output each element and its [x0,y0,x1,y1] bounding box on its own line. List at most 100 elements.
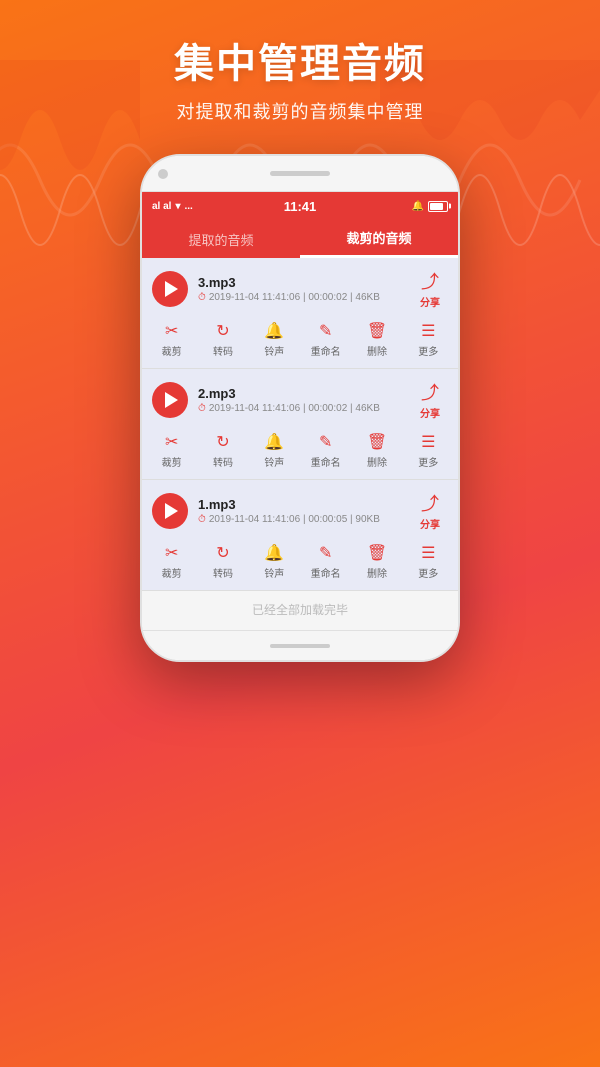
transcode-icon-2: ↻ [216,432,229,452]
audio-actions-1: ✂ 裁剪 ↻ 转码 🔔 铃声 ✎ 重命名 [142,315,458,368]
audio-card-1: 3.mp3 ⏱ 2019-11-04 11:41:06 | 00:00:02 |… [142,258,458,369]
delete-btn-2[interactable]: 🗑 删除 [357,432,397,469]
rename-label-1: 重命名 [311,343,341,358]
more-label-2: 更多 [418,454,438,469]
notification-icon: 🔔 [412,201,424,212]
tab-extracted-audio[interactable]: 提取的音频 [142,220,300,258]
status-dots: ... [185,201,193,212]
audio-card-3-top: 1.mp3 ⏱ 2019-11-04 11:41:06 | 00:00:05 |… [142,480,458,537]
audio-card-2-top: 2.mp3 ⏱ 2019-11-04 11:41:06 | 00:00:02 |… [142,369,458,426]
audio-meta-2: ⏱ 2019-11-04 11:41:06 | 00:00:02 | 46KB [198,403,402,414]
share-icon-1: ⤴ [421,268,439,294]
delete-label-2: 删除 [367,454,387,469]
tab-cropped-label: 裁剪的音频 [346,228,411,247]
app-content: 3.mp3 ⏱ 2019-11-04 11:41:06 | 00:00:02 |… [142,258,458,630]
app-tab-bar: 提取的音频 裁剪的音频 [142,220,458,258]
audio-actions-3: ✂ 裁剪 ↻ 转码 🔔 铃声 ✎ 重命名 [142,537,458,590]
rename-icon-3: ✎ [319,543,332,563]
play-button-1[interactable] [152,271,188,307]
phone-mockup: аl аl ▾ ... 11:41 🔔 提取的音频 裁剪的音频 [140,154,460,662]
delete-icon-2: 🗑 [367,432,387,452]
share-icon-3: ⤴ [421,490,439,516]
audio-meta-text-2: 2019-11-04 11:41:06 | 00:00:02 | 46KB [209,403,380,414]
share-button-2[interactable]: ⤴ 分享 [412,379,448,420]
battery-icon [428,201,448,212]
share-button-3[interactable]: ⤴ 分享 [412,490,448,531]
audio-card-2: 2.mp3 ⏱ 2019-11-04 11:41:06 | 00:00:02 |… [142,369,458,480]
more-btn-3[interactable]: ☰ 更多 [408,543,448,580]
share-label-2: 分享 [420,405,440,420]
transcode-label-1: 转码 [213,343,233,358]
delete-icon-1: 🗑 [367,321,387,341]
phone-camera [158,169,168,179]
share-button-1[interactable]: ⤴ 分享 [412,268,448,309]
delete-btn-1[interactable]: 🗑 删除 [357,321,397,358]
transcode-btn-3[interactable]: ↻ 转码 [203,543,243,580]
transcode-btn-2[interactable]: ↻ 转码 [203,432,243,469]
crop-btn-2[interactable]: ✂ 裁剪 [152,432,192,469]
more-label-3: 更多 [418,565,438,580]
crop-label-3: 裁剪 [162,565,182,580]
play-button-3[interactable] [152,493,188,529]
rename-icon-2: ✎ [319,432,332,452]
crop-icon-2: ✂ [165,432,178,452]
ringtone-btn-3[interactable]: 🔔 铃声 [254,543,294,580]
status-right: 🔔 [412,201,448,212]
audio-meta-1: ⏱ 2019-11-04 11:41:06 | 00:00:02 | 46KB [198,292,402,303]
transcode-label-2: 转码 [213,454,233,469]
share-label-3: 分享 [420,516,440,531]
ringtone-label-3: 铃声 [264,565,284,580]
audio-actions-2: ✂ 裁剪 ↻ 转码 🔔 铃声 ✎ 重命名 [142,426,458,479]
audio-info-2: 2.mp3 ⏱ 2019-11-04 11:41:06 | 00:00:02 |… [198,386,402,414]
audio-meta-text-3: 2019-11-04 11:41:06 | 00:00:05 | 90KB [209,514,380,525]
rename-btn-1[interactable]: ✎ 重命名 [306,321,346,358]
audio-meta-3: ⏱ 2019-11-04 11:41:06 | 00:00:05 | 90KB [198,514,402,525]
audio-meta-text-1: 2019-11-04 11:41:06 | 00:00:02 | 46KB [209,292,380,303]
delete-label-1: 删除 [367,343,387,358]
transcode-btn-1[interactable]: ↻ 转码 [203,321,243,358]
delete-icon-3: 🗑 [367,543,387,563]
ringtone-icon-2: 🔔 [264,432,284,452]
phone-top-bar [142,156,458,192]
audio-filename-2: 2.mp3 [198,386,402,401]
ringtone-label-2: 铃声 [264,454,284,469]
loaded-text: 已经全部加载完毕 [142,591,458,630]
crop-label-2: 裁剪 [162,454,182,469]
battery-fill [430,203,443,210]
clock-icon-1: ⏱ [198,292,206,303]
ringtone-label-1: 铃声 [264,343,284,358]
clock-icon-3: ⏱ [198,514,206,525]
transcode-icon-1: ↻ [216,321,229,341]
audio-filename-1: 3.mp3 [198,275,402,290]
sub-title: 对提取和裁剪的音频集中管理 [174,98,426,124]
rename-label-3: 重命名 [311,565,341,580]
rename-btn-2[interactable]: ✎ 重命名 [306,432,346,469]
ringtone-icon-1: 🔔 [264,321,284,341]
phone-speaker [270,171,330,176]
play-button-2[interactable] [152,382,188,418]
rename-icon-1: ✎ [319,321,332,341]
transcode-icon-3: ↻ [216,543,229,563]
audio-info-3: 1.mp3 ⏱ 2019-11-04 11:41:06 | 00:00:05 |… [198,497,402,525]
main-title: 集中管理音频 [174,40,426,88]
phone-bottom-bar [142,630,458,660]
tab-cropped-audio[interactable]: 裁剪的音频 [300,220,458,258]
share-icon-2: ⤴ [421,379,439,405]
crop-btn-3[interactable]: ✂ 裁剪 [152,543,192,580]
delete-btn-3[interactable]: 🗑 删除 [357,543,397,580]
header-section: 集中管理音频 对提取和裁剪的音频集中管理 [174,0,426,144]
more-btn-1[interactable]: ☰ 更多 [408,321,448,358]
audio-info-1: 3.mp3 ⏱ 2019-11-04 11:41:06 | 00:00:02 |… [198,275,402,303]
audio-filename-3: 1.mp3 [198,497,402,512]
home-indicator [270,644,330,648]
ringtone-btn-2[interactable]: 🔔 铃声 [254,432,294,469]
more-icon-1: ☰ [421,321,435,341]
ringtone-btn-1[interactable]: 🔔 铃声 [254,321,294,358]
crop-btn-1[interactable]: ✂ 裁剪 [152,321,192,358]
more-btn-2[interactable]: ☰ 更多 [408,432,448,469]
wifi-icon: ▾ [175,201,180,212]
signal-icon: аl аl [152,201,171,212]
crop-icon-1: ✂ [165,321,178,341]
rename-btn-3[interactable]: ✎ 重命名 [306,543,346,580]
ringtone-icon-3: 🔔 [264,543,284,563]
